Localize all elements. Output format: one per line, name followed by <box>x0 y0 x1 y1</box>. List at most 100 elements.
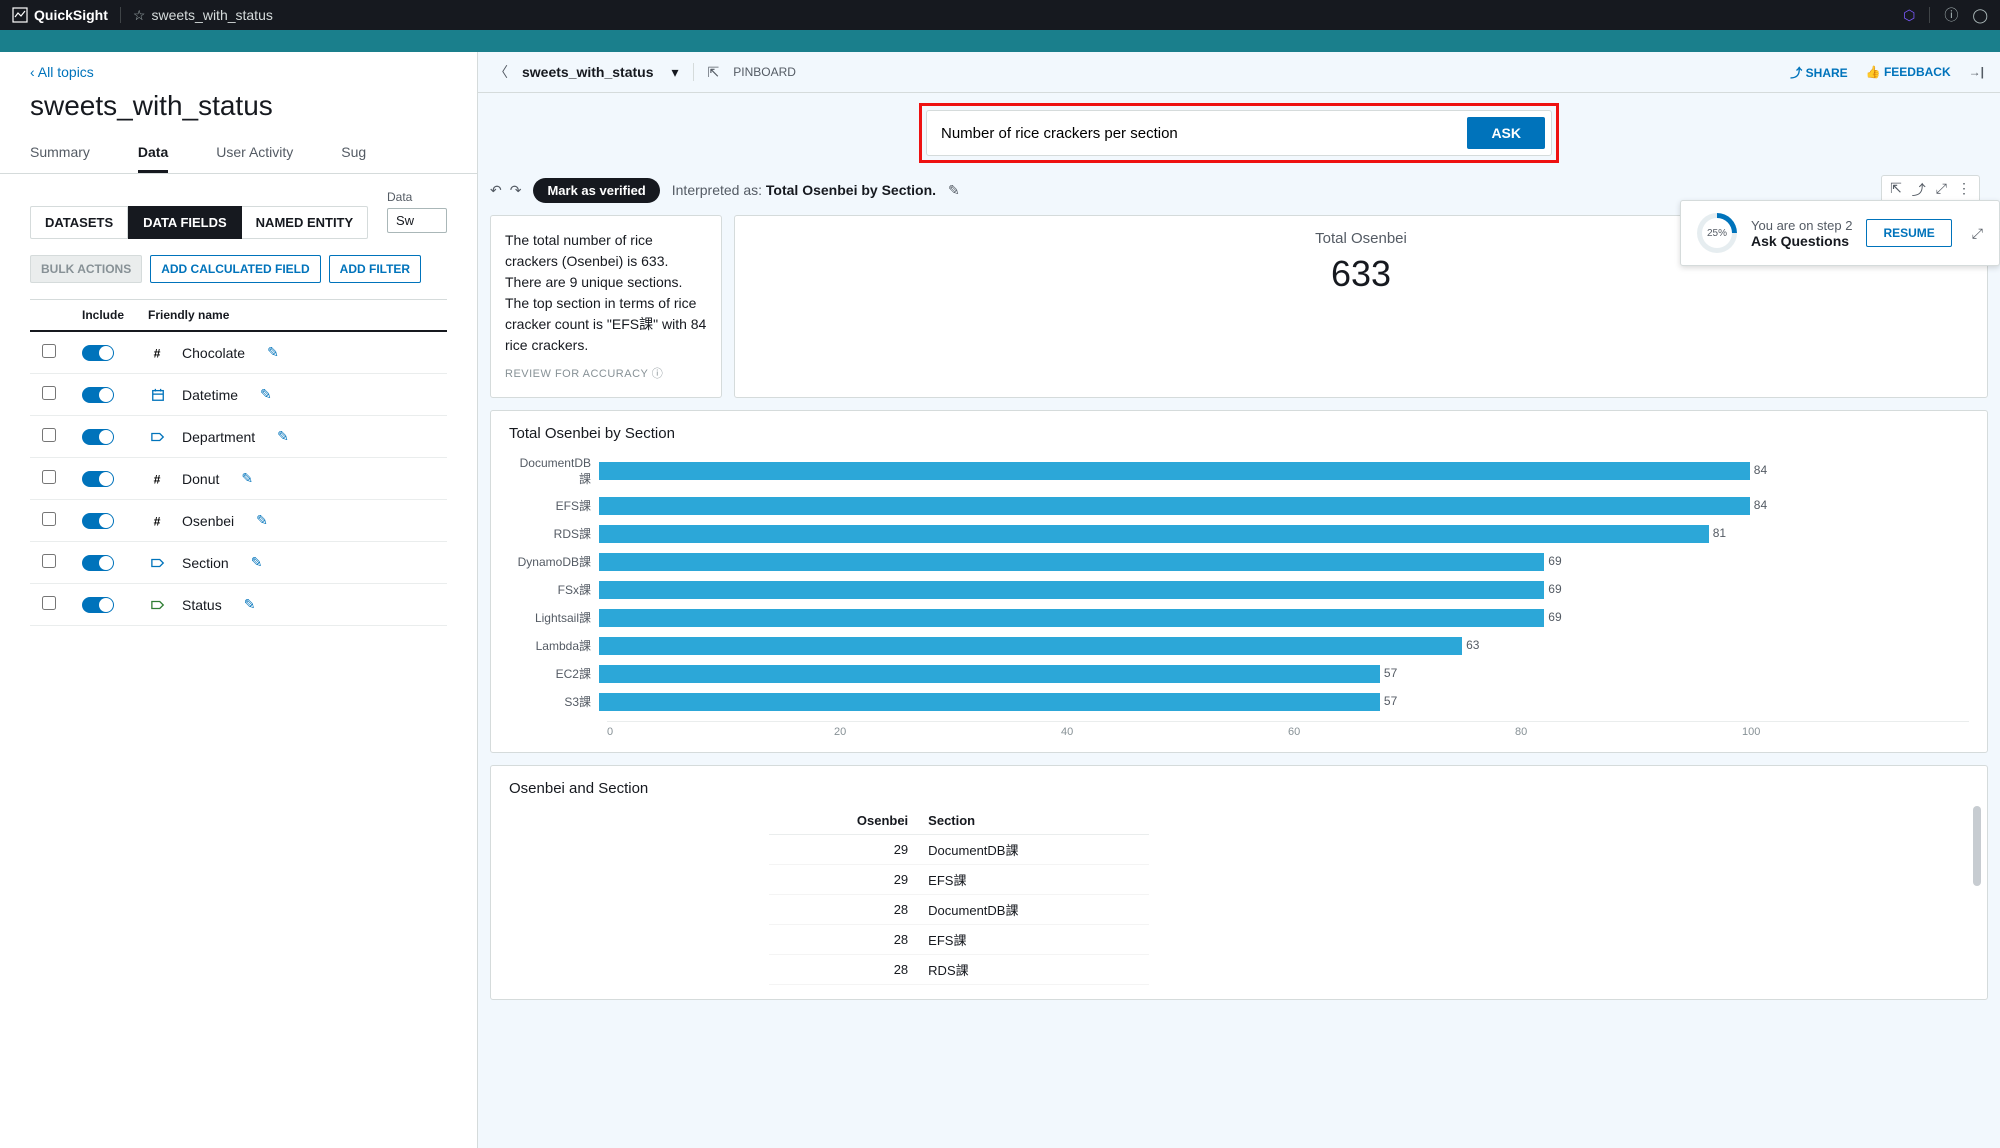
help-icon[interactable]: ⓘ <box>1944 5 1958 25</box>
bar-row: DynamoDB課69 <box>509 553 1969 571</box>
include-toggle[interactable] <box>82 387 114 403</box>
tab-data[interactable]: Data <box>138 134 168 173</box>
pin-icon[interactable]: ⇱ <box>708 64 720 81</box>
user-icon[interactable]: ◯ <box>1972 7 1988 24</box>
row-checkbox[interactable] <box>42 554 56 568</box>
edit-icon[interactable]: ✎ <box>260 386 272 403</box>
star-icon[interactable]: ☆ <box>133 7 146 24</box>
resume-button[interactable]: RESUME <box>1866 219 1951 247</box>
subtab-named-entity[interactable]: NAMED ENTITY <box>242 206 369 239</box>
bar-fill[interactable] <box>599 693 1380 711</box>
field-name: Section <box>182 555 229 571</box>
bar-value: 57 <box>1384 666 1397 680</box>
subtab-data-fields[interactable]: DATA FIELDS <box>128 206 242 239</box>
field-row: # Chocolate ✎ <box>30 331 447 374</box>
bar-fill[interactable] <box>599 637 1462 655</box>
cell-section: RDS課 <box>918 954 1149 984</box>
q-panel: 〈 sweets_with_status ▾ ⇱ PINBOARD ⤴ SHAR… <box>478 52 2000 1148</box>
pin-visual-icon[interactable]: ⇱ <box>1890 180 1902 200</box>
bar-label: Lightsail課 <box>509 609 599 626</box>
edit-icon[interactable]: ✎ <box>251 554 263 571</box>
table-row: 28DocumentDB課 <box>769 894 1149 924</box>
bar-label: Lambda課 <box>509 637 599 654</box>
more-icon[interactable]: ⋮ <box>1957 180 1971 200</box>
chevron-down-icon[interactable]: ▾ <box>672 64 679 81</box>
bar-fill[interactable] <box>599 497 1750 515</box>
row-checkbox[interactable] <box>42 596 56 610</box>
edit-icon[interactable]: ✎ <box>277 428 289 445</box>
include-toggle[interactable] <box>82 345 114 361</box>
bar-fill[interactable] <box>599 581 1544 599</box>
share-visual-icon[interactable]: ⤴ <box>1912 180 1926 200</box>
bar-label: DocumentDB課 <box>509 456 599 487</box>
edit-icon[interactable]: ✎ <box>256 512 268 529</box>
edit-icon[interactable]: ✎ <box>241 470 253 487</box>
exit-icon[interactable]: →| <box>1969 65 1984 79</box>
bar-fill[interactable] <box>599 609 1544 627</box>
axis-tick: 40 <box>1061 726 1288 738</box>
ask-button[interactable]: ASK <box>1467 117 1545 149</box>
bar-value: 69 <box>1548 554 1561 568</box>
review-accuracy[interactable]: REVIEW FOR ACCURACY ⓘ <box>505 366 707 383</box>
expand-toast-icon[interactable]: ⤢ <box>1972 225 1983 242</box>
field-type-icon: # <box>148 514 168 528</box>
include-toggle[interactable] <box>82 597 114 613</box>
subtab-datasets[interactable]: DATASETS <box>30 206 128 239</box>
mark-verified-button[interactable]: Mark as verified <box>533 178 659 203</box>
pinboard-link[interactable]: PINBOARD <box>733 65 796 79</box>
ask-bar-highlight: ASK <box>919 103 1559 163</box>
row-checkbox[interactable] <box>42 344 56 358</box>
ask-bar: ASK <box>926 110 1552 156</box>
tab-user-activity[interactable]: User Activity <box>216 134 293 173</box>
cell-section: DocumentDB課 <box>918 894 1149 924</box>
tab-suggestions[interactable]: Sug <box>341 134 366 173</box>
undo-icon[interactable]: ↶ <box>490 182 502 199</box>
include-toggle[interactable] <box>82 471 114 487</box>
bar-fill[interactable] <box>599 462 1750 480</box>
svg-text:#: # <box>154 346 161 360</box>
field-row: Datetime✎ <box>30 374 447 416</box>
row-checkbox[interactable] <box>42 470 56 484</box>
edit-icon[interactable]: ✎ <box>244 596 256 613</box>
q-header: 〈 sweets_with_status ▾ ⇱ PINBOARD ⤴ SHAR… <box>478 52 2000 93</box>
axis-tick: 80 <box>1515 726 1742 738</box>
expand-icon[interactable]: ⤢ <box>1936 180 1947 200</box>
redo-icon[interactable]: ↷ <box>510 182 522 199</box>
bar-fill[interactable] <box>599 553 1544 571</box>
svg-text:#: # <box>154 514 161 528</box>
axis-tick: 0 <box>607 726 834 738</box>
include-toggle[interactable] <box>82 513 114 529</box>
add-filter-button[interactable]: ADD FILTER <box>329 255 421 283</box>
bar-value: 69 <box>1548 610 1561 624</box>
edit-interpretation-icon[interactable]: ✎ <box>948 182 960 199</box>
share-link[interactable]: ⤴ SHARE <box>1790 64 1847 81</box>
include-toggle[interactable] <box>82 555 114 571</box>
q-topic-title[interactable]: sweets_with_status <box>522 64 654 80</box>
q-icon[interactable]: ⬡ <box>1903 7 1915 24</box>
back-all-topics-link[interactable]: All topics <box>30 64 94 80</box>
bar-fill[interactable] <box>599 525 1709 543</box>
row-checkbox[interactable] <box>42 386 56 400</box>
col-friendly-name: Friendly name <box>136 300 447 332</box>
tab-summary[interactable]: Summary <box>30 134 90 173</box>
row-checkbox[interactable] <box>42 512 56 526</box>
data-subtabs: DATASETS DATA FIELDS NAMED ENTITY <box>30 206 387 239</box>
col-include: Include <box>70 300 136 332</box>
edit-icon[interactable]: ✎ <box>267 344 279 361</box>
bar-fill[interactable] <box>599 665 1380 683</box>
scrollbar[interactable] <box>1973 806 1981 886</box>
back-arrow-icon[interactable]: 〈 <box>494 62 508 82</box>
cell-osenbei: 28 <box>769 894 918 924</box>
bar-track: 63 <box>599 637 1969 655</box>
dataset-select[interactable]: Sw <box>387 208 447 233</box>
col-osenbei: Osenbei <box>769 807 918 835</box>
cell-osenbei: 29 <box>769 864 918 894</box>
row-checkbox[interactable] <box>42 428 56 442</box>
add-calculated-field-button[interactable]: ADD CALCULATED FIELD <box>150 255 320 283</box>
feedback-link[interactable]: 👍 FEEDBACK <box>1866 65 1951 79</box>
field-row: #Donut✎ <box>30 458 447 500</box>
cell-section: EFS課 <box>918 924 1149 954</box>
question-input[interactable] <box>941 125 1467 142</box>
include-toggle[interactable] <box>82 429 114 445</box>
field-name: Chocolate <box>182 345 245 361</box>
